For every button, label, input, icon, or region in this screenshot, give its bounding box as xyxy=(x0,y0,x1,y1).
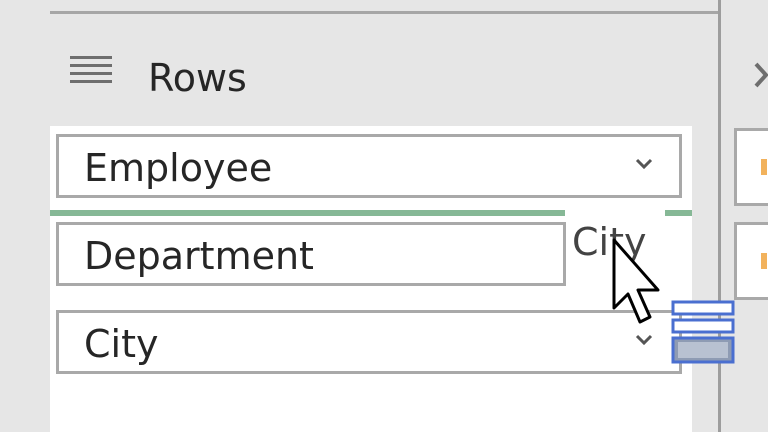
field-marker xyxy=(761,159,767,175)
rows-section-title: Rows xyxy=(148,56,247,100)
field-label: Employee xyxy=(84,146,273,190)
arrow-cursor-icon xyxy=(612,238,660,324)
pane-splitter[interactable] xyxy=(718,0,721,432)
field-label: City xyxy=(84,322,159,366)
field-item-city[interactable]: City xyxy=(56,310,682,374)
columns-header-icon xyxy=(754,62,768,88)
right-field-item[interactable] xyxy=(734,222,768,300)
field-drag-icon xyxy=(671,300,735,364)
rows-list-icon xyxy=(70,56,112,90)
chevron-down-icon[interactable] xyxy=(633,333,655,347)
field-item-employee[interactable]: Employee xyxy=(56,134,682,198)
top-divider xyxy=(50,11,718,14)
chevron-down-icon[interactable] xyxy=(633,157,655,171)
field-label: Department xyxy=(84,234,314,278)
field-marker xyxy=(761,253,767,269)
drop-indicator-line xyxy=(665,210,692,216)
drop-indicator-line xyxy=(50,210,565,216)
right-field-item[interactable] xyxy=(734,128,768,206)
field-item-department[interactable]: Department xyxy=(56,222,566,286)
